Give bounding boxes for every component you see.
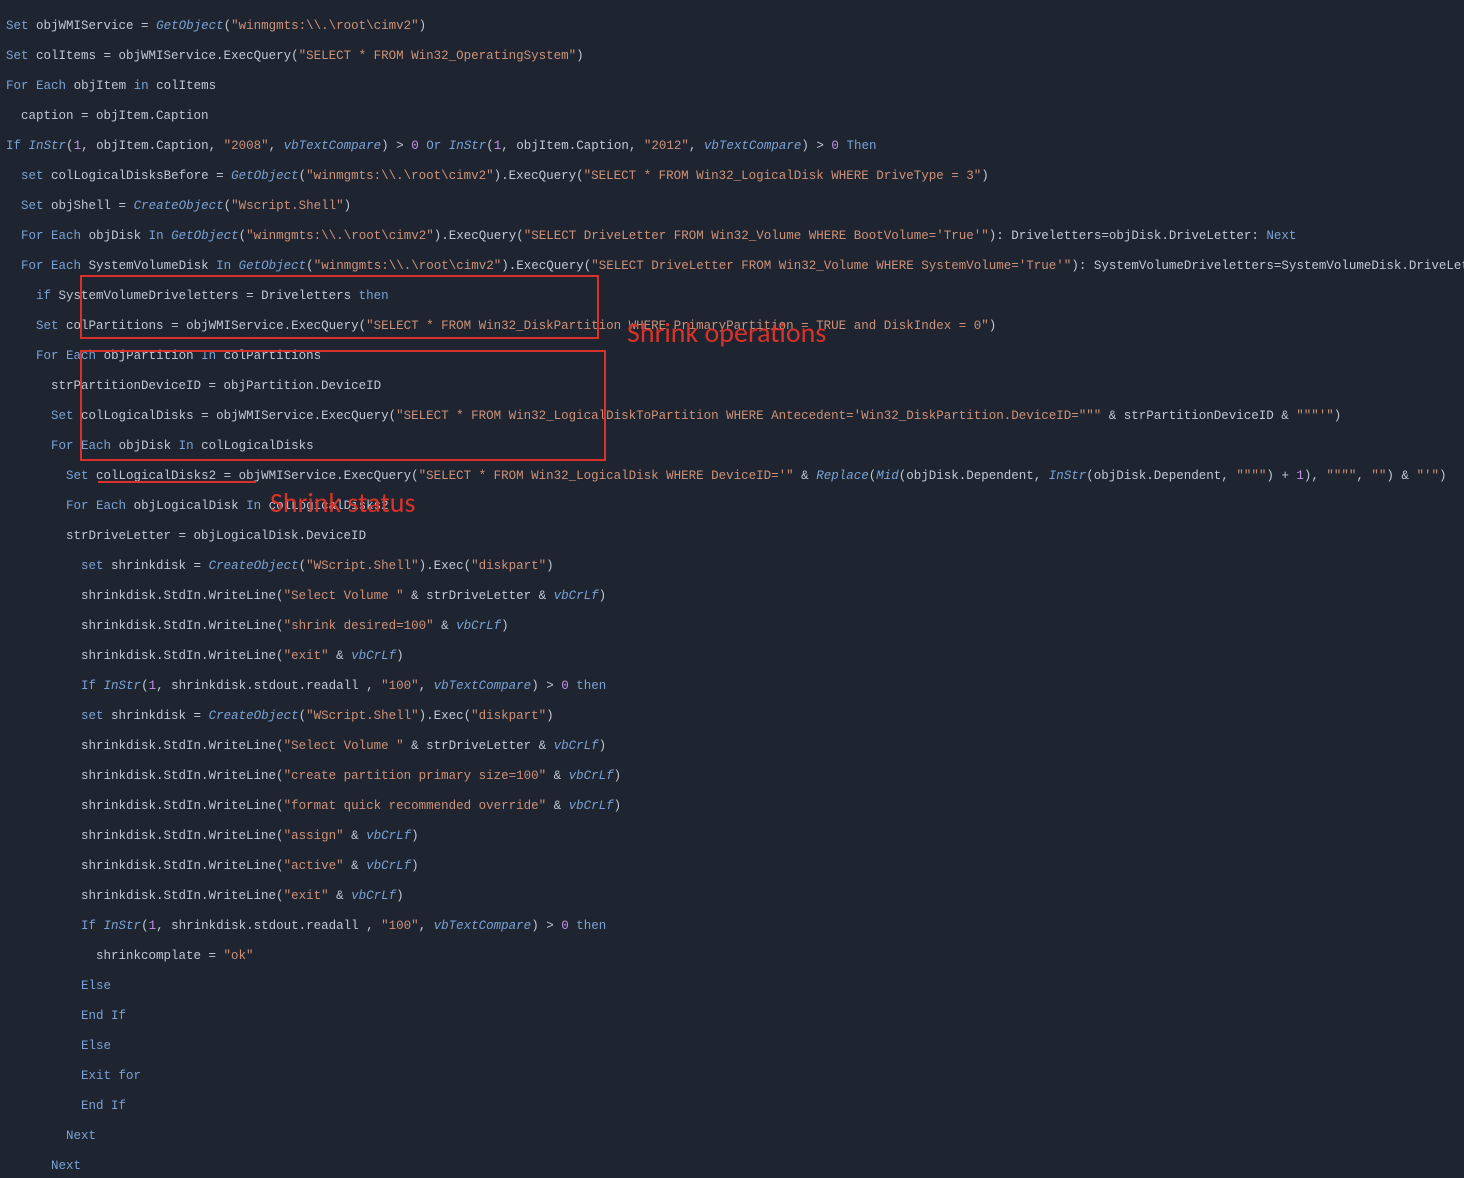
code-line: If InStr(1, objItem.Caption, "2008", vbT… bbox=[6, 139, 1458, 154]
code-line: strPartitionDeviceID = objPartition.Devi… bbox=[6, 379, 1458, 394]
code-line: Set objWMIService = GetObject("winmgmts:… bbox=[6, 19, 1458, 34]
code-line: Next bbox=[6, 1159, 1458, 1174]
code-line: strDriveLetter = objLogicalDisk.DeviceID bbox=[6, 529, 1458, 544]
code-line: Next bbox=[6, 1129, 1458, 1144]
code-line: If InStr(1, shrinkdisk.stdout.readall , … bbox=[6, 679, 1458, 694]
code-line: shrinkdisk.StdIn.WriteLine("Select Volum… bbox=[6, 739, 1458, 754]
code-line: shrinkdisk.StdIn.WriteLine("assign" & vb… bbox=[6, 829, 1458, 844]
code-line: For Each objDisk In colLogicalDisks bbox=[6, 439, 1458, 454]
code-line: set shrinkdisk = CreateObject("WScript.S… bbox=[6, 709, 1458, 724]
code-line: Set colItems = objWMIService.ExecQuery("… bbox=[6, 49, 1458, 64]
code-line: Exit for bbox=[6, 1069, 1458, 1084]
code-line: Else bbox=[6, 1039, 1458, 1054]
code-line: End If bbox=[6, 1009, 1458, 1024]
code-line: For Each objLogicalDisk In colLogicalDis… bbox=[6, 499, 1458, 514]
code-line: End If bbox=[6, 1099, 1458, 1114]
code-line: Set colPartitions = objWMIService.ExecQu… bbox=[6, 319, 1458, 334]
code-line: If InStr(1, shrinkdisk.stdout.readall , … bbox=[6, 919, 1458, 934]
code-line: set shrinkdisk = CreateObject("WScript.S… bbox=[6, 559, 1458, 574]
code-line: shrinkcomplate = "ok" bbox=[6, 949, 1458, 964]
code-line: Else bbox=[6, 979, 1458, 994]
code-line: shrinkdisk.StdIn.WriteLine("format quick… bbox=[6, 799, 1458, 814]
code-line: Set objShell = CreateObject("Wscript.She… bbox=[6, 199, 1458, 214]
code-line: Set colLogicalDisks2 = objWMIService.Exe… bbox=[6, 469, 1458, 484]
code-line: if SystemVolumeDriveletters = Drivelette… bbox=[6, 289, 1458, 304]
code-line: set colLogicalDisksBefore = GetObject("w… bbox=[6, 169, 1458, 184]
code-line: For Each objDisk In GetObject("winmgmts:… bbox=[6, 229, 1458, 244]
code-line: shrinkdisk.StdIn.WriteLine("active" & vb… bbox=[6, 859, 1458, 874]
code-line: For Each objPartition In colPartitions bbox=[6, 349, 1458, 364]
code-line: caption = objItem.Caption bbox=[6, 109, 1458, 124]
code-line: shrinkdisk.StdIn.WriteLine("exit" & vbCr… bbox=[6, 889, 1458, 904]
code-line: shrinkdisk.StdIn.WriteLine("Select Volum… bbox=[6, 589, 1458, 604]
code-line: shrinkdisk.StdIn.WriteLine("create parti… bbox=[6, 769, 1458, 784]
code-line: Set colLogicalDisks = objWMIService.Exec… bbox=[6, 409, 1458, 424]
code-line: For Each SystemVolumeDisk In GetObject("… bbox=[6, 259, 1458, 274]
code-line: For Each objItem in colItems bbox=[6, 79, 1458, 94]
code-line: shrinkdisk.StdIn.WriteLine("shrink desir… bbox=[6, 619, 1458, 634]
code-line: shrinkdisk.StdIn.WriteLine("exit" & vbCr… bbox=[6, 649, 1458, 664]
code-block: Set objWMIService = GetObject("winmgmts:… bbox=[0, 0, 1464, 1178]
